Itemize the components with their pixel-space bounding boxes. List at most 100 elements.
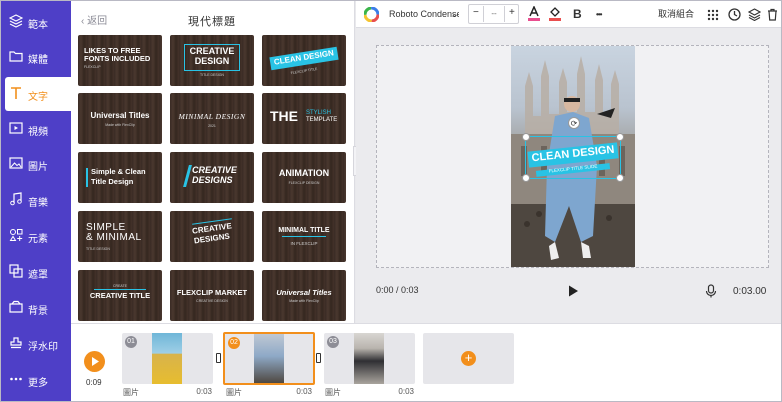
- template-subtitle: Made with FlexClip: [105, 123, 135, 127]
- sidebar-item-label: 背景: [28, 306, 48, 317]
- timeline-clip[interactable]: 01 圖片 0:03: [122, 333, 213, 397]
- template-title-line: Universal Titles: [276, 288, 332, 297]
- elements-icon: [9, 229, 23, 241]
- template-tile[interactable]: THE STYLISH TEMPLATE: [262, 93, 346, 144]
- grid-icon: [707, 9, 719, 21]
- overlay-icon: [9, 264, 23, 278]
- clip-duration: 0:03: [398, 387, 414, 396]
- resize-handle[interactable]: [522, 133, 530, 141]
- template-title-line: CREATIVE TITLE: [89, 291, 151, 300]
- bold-button[interactable]: B: [573, 6, 585, 23]
- font-size-input[interactable]: --: [483, 6, 505, 22]
- sidebar-item-video[interactable]: 視頻: [1, 112, 71, 146]
- sidebar-item-background[interactable]: 背景: [1, 291, 71, 325]
- image-icon: [9, 157, 23, 169]
- template-tile[interactable]: CREATIVE DESIGNS: [170, 211, 254, 262]
- sidebar-item-label: 視頻: [28, 127, 48, 138]
- sidebar-item-elements[interactable]: 元素: [1, 219, 71, 253]
- layer-button[interactable]: [747, 6, 762, 23]
- template-tile[interactable]: CREATIVE DESIGN TITLE DESIGN: [170, 35, 254, 86]
- template-tile[interactable]: CREATE CREATIVE TITLE: [78, 270, 162, 321]
- music-icon: [10, 192, 22, 206]
- sidebar-item-label: 浮水印: [28, 342, 58, 353]
- grid-button[interactable]: [707, 6, 720, 23]
- timeline-clip[interactable]: 03 圖片 0:03: [324, 333, 415, 397]
- sidebar-item-images[interactable]: 圖片: [1, 147, 71, 181]
- ungroup-button[interactable]: 取消組合: [658, 6, 700, 23]
- sidebar-item-text[interactable]: 文字: [5, 77, 71, 111]
- template-tile[interactable]: SIMPLE & MINIMAL TITLE DESIGN: [78, 211, 162, 262]
- template-subtitle: IN FLEXCLIP: [290, 241, 318, 246]
- play-button[interactable]: [566, 284, 580, 298]
- template-tile[interactable]: MINIMAL TITLE IN FLEXCLIP: [262, 211, 346, 262]
- sidebar-item-templates[interactable]: 範本: [1, 5, 71, 39]
- rotate-handle[interactable]: ⟳: [568, 117, 580, 129]
- delete-button[interactable]: [767, 6, 779, 23]
- voiceover-button[interactable]: [705, 284, 717, 298]
- template-tile[interactable]: Simple & Clean Title Design: [78, 152, 162, 203]
- template-title-line: STYLISH: [306, 110, 332, 116]
- resize-handle[interactable]: [616, 133, 624, 141]
- transition-handle[interactable]: [316, 353, 321, 363]
- trash-icon: [768, 8, 777, 21]
- template-tile[interactable]: CLEAN DESIGN FLEXCLIP TITLE: [262, 35, 346, 86]
- video-icon: [9, 122, 23, 134]
- timing-button[interactable]: [728, 6, 741, 23]
- template-title-line: MINIMAL DESIGN: [178, 112, 246, 121]
- template-subtitle: 2021: [208, 124, 216, 128]
- text-color-icon: [528, 5, 540, 21]
- timeline-clip-selected[interactable]: 02 圖片 0:03: [223, 332, 315, 397]
- sidebar-item-label: 元素: [28, 234, 48, 245]
- layers-icon: [747, 8, 762, 22]
- watermark-icon: [10, 337, 22, 349]
- template-title-line: DESIGNS: [192, 175, 233, 185]
- font-family-select[interactable]: Roboto Condensed: [389, 6, 459, 23]
- template-tile[interactable]: FLEXCLIP MARKET CREATIVE DESIGN: [170, 270, 254, 321]
- clip-thumbnail: [152, 333, 182, 384]
- template-tile[interactable]: ANIMATION FLEXCLIP DESIGN: [262, 152, 346, 203]
- template-tile[interactable]: Universal Titles Made with FlexClip: [78, 93, 162, 144]
- rotate-icon: ⟳: [570, 119, 578, 128]
- text-color-button[interactable]: [527, 5, 541, 23]
- decrease-size-button[interactable]: −: [473, 7, 479, 18]
- resize-handle[interactable]: [522, 174, 530, 182]
- sidebar-item-music[interactable]: 音樂: [1, 183, 71, 217]
- more-icon: [10, 377, 22, 381]
- paint-bucket-icon: [549, 7, 561, 21]
- text-selection-box[interactable]: CLEAN DESIGN FLEXCLIP TITLE SLIDE ⟳: [522, 117, 624, 182]
- add-icon: +: [461, 351, 476, 366]
- chevron-down-icon[interactable]: ⌄: [451, 6, 461, 23]
- clip-duration: 0:03: [296, 387, 312, 396]
- color-wheel-icon: [363, 6, 380, 23]
- sidebar-item-label: 媒體: [28, 55, 48, 66]
- template-tile[interactable]: CREATIVE DESIGNS: [170, 152, 254, 203]
- template-tile[interactable]: MINIMAL DESIGN 2021: [170, 93, 254, 144]
- play-icon: [92, 357, 99, 366]
- sidebar-item-more[interactable]: 更多: [1, 363, 71, 397]
- template-tile[interactable]: LIKES TO FREE FONTS INCLUDED FLEXCLIP: [78, 35, 162, 86]
- sidebar-item-overlays[interactable]: 遮罩: [1, 255, 71, 289]
- transition-handle[interactable]: [216, 353, 221, 363]
- timeline-play-button[interactable]: [84, 351, 105, 372]
- more-options-button[interactable]: •••: [596, 6, 612, 23]
- panel-header: ‹ 返回 現代標題: [71, 1, 355, 34]
- template-title-line: TEMPLATE: [306, 117, 338, 123]
- color-wheel-button[interactable]: [363, 6, 382, 23]
- template-subtitle: TITLE DESIGN: [86, 247, 110, 251]
- clock-icon: [728, 8, 741, 21]
- panel-title: 現代標題: [188, 16, 236, 28]
- back-button[interactable]: ‹ 返回: [81, 12, 107, 27]
- add-scene-button[interactable]: +: [423, 333, 514, 384]
- template-subtitle: Made with FlexClip: [289, 299, 319, 303]
- microphone-icon: [705, 284, 717, 298]
- clip-number: 03: [327, 336, 339, 348]
- template-tile[interactable]: Universal Titles Made with FlexClip: [262, 270, 346, 321]
- sidebar-item-watermark[interactable]: 浮水印: [1, 327, 71, 361]
- resize-handle[interactable]: [616, 174, 624, 182]
- editor-stage: CLEAN DESIGN FLEXCLIP TITLE SLIDE ⟳ 0:00…: [356, 28, 781, 323]
- increase-size-button[interactable]: +: [509, 7, 515, 18]
- sidebar-item-media[interactable]: 媒體: [1, 40, 71, 74]
- highlight-color-button[interactable]: [548, 6, 562, 23]
- playback-time: 0:00 / 0:03: [376, 285, 419, 295]
- sidebar-item-label: 遮罩: [28, 270, 48, 281]
